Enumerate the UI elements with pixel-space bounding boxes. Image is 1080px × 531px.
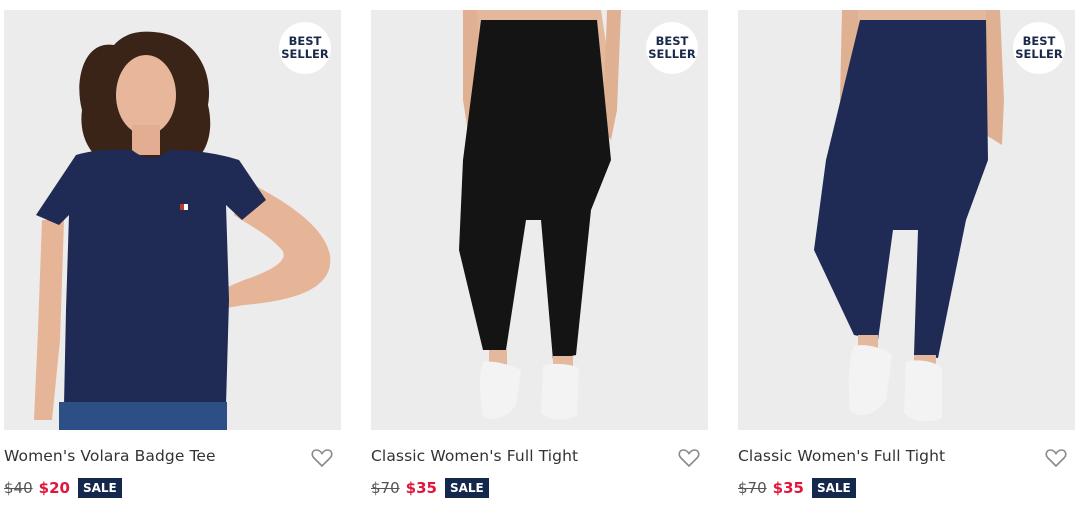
black-tights-illustration (459, 10, 621, 420)
navy-tights-illustration (814, 10, 1004, 422)
heart-icon[interactable] (1045, 448, 1067, 468)
product-card[interactable]: BEST SELLER Classic Women's Full Tight $… (738, 10, 1075, 510)
product-grid: BEST SELLER Women's Volara Badge Tee $40… (0, 0, 1080, 531)
product-card[interactable]: BEST SELLER Women's Volara Badge Tee $40… (4, 10, 341, 510)
product-card[interactable]: BEST SELLER Classic Women's Full Tight $… (371, 10, 708, 510)
price-row: $40 $20 SALE (4, 477, 122, 499)
price-row: $70 $35 SALE (371, 477, 489, 499)
product-image[interactable]: BEST SELLER (371, 10, 708, 430)
sale-price: $35 (772, 479, 804, 497)
product-title[interactable]: Classic Women's Full Tight (738, 447, 945, 465)
heart-icon[interactable] (311, 448, 333, 468)
best-seller-badge: BEST SELLER (1013, 22, 1065, 74)
original-price: $70 (738, 479, 767, 497)
product-image[interactable]: BEST SELLER (4, 10, 341, 430)
original-price: $40 (4, 479, 33, 497)
best-seller-badge: BEST SELLER (646, 22, 698, 74)
original-price: $70 (371, 479, 400, 497)
sale-tag: SALE (444, 478, 489, 498)
heart-icon[interactable] (678, 448, 700, 468)
sale-price: $20 (38, 479, 70, 497)
product-title[interactable]: Classic Women's Full Tight (371, 447, 578, 465)
tee-model-illustration (34, 31, 331, 430)
price-row: $70 $35 SALE (738, 477, 856, 499)
product-title[interactable]: Women's Volara Badge Tee (4, 447, 216, 465)
sale-tag: SALE (811, 478, 856, 498)
sale-price: $35 (405, 479, 437, 497)
product-image[interactable]: BEST SELLER (738, 10, 1075, 430)
sale-tag: SALE (77, 478, 122, 498)
best-seller-badge: BEST SELLER (279, 22, 331, 74)
